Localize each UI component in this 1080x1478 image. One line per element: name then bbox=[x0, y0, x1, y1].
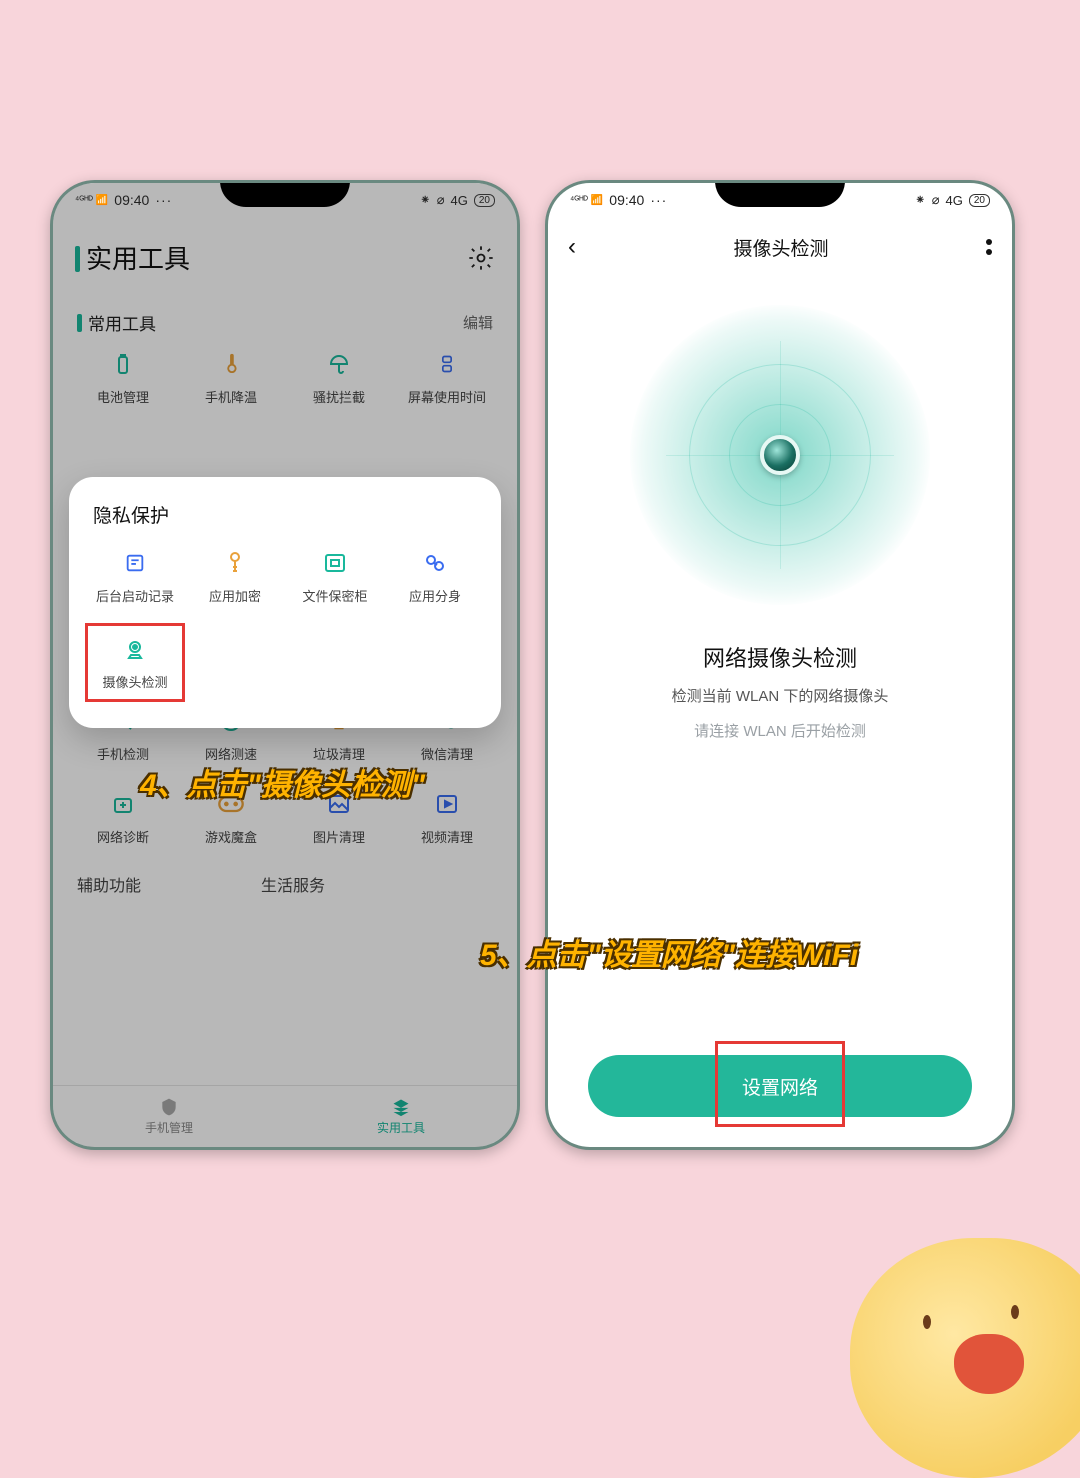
status-ellipsis bbox=[155, 192, 172, 208]
priv-encrypt[interactable]: 应用加密 bbox=[185, 548, 285, 605]
tool-block[interactable]: 骚扰拦截 bbox=[285, 349, 393, 406]
status-time: 09:40 bbox=[114, 192, 149, 208]
caption-step5: 5、点击"设置网络"连接WiFi bbox=[480, 930, 858, 974]
radar-graphic bbox=[548, 305, 1012, 605]
notch bbox=[220, 180, 350, 207]
cartoon-sticker bbox=[850, 1238, 1080, 1478]
key-icon bbox=[220, 548, 250, 578]
video-icon bbox=[432, 789, 462, 819]
tab-bar: 手机管理 实用工具 bbox=[53, 1085, 517, 1147]
page-title: 实用工具 bbox=[75, 239, 190, 276]
folder-icon bbox=[320, 548, 350, 578]
priv-camera-detect[interactable]: 摄像头检测 bbox=[85, 623, 185, 702]
medkit-icon bbox=[108, 789, 138, 819]
detect-tip: 请连接 WLAN 后开始检测 bbox=[548, 720, 1012, 741]
signal-icon: ⁴ᴳᴴᴰ 📶 bbox=[75, 195, 108, 206]
priv-bg-record[interactable]: 后台启动记录 bbox=[85, 548, 185, 605]
camera-icon bbox=[120, 634, 150, 664]
net-icon: 4G bbox=[946, 193, 963, 208]
phone-right: ⁴ᴳᴴᴰ 📶 09:40 ⁕ ⌀ 4G 20 ‹ 摄像头检测 bbox=[545, 180, 1015, 1150]
net-icon: 4G bbox=[451, 193, 468, 208]
privacy-popup: 隐私保护 后台启动记录 应用加密 文件保密柜 应用分身 摄像头检测 bbox=[69, 477, 501, 728]
phone-left: ⁴ᴳᴴᴰ 📶 09:40 ⁕ ⌀ 4G 20 实用工具 bbox=[50, 180, 520, 1150]
common-tools-title: 常用工具 bbox=[77, 310, 156, 335]
notch bbox=[715, 180, 845, 207]
hourglass-icon bbox=[432, 349, 462, 379]
caption-step4: 4、点击"摄像头检测" bbox=[140, 760, 425, 804]
back-button[interactable]: ‹ bbox=[568, 233, 576, 261]
tool-cooldown[interactable]: 手机降温 bbox=[177, 349, 285, 406]
detect-title: 网络摄像头检测 bbox=[548, 641, 1012, 673]
priv-safebox[interactable]: 文件保密柜 bbox=[285, 548, 385, 605]
life-title: 生活服务 bbox=[261, 872, 325, 896]
list-icon bbox=[120, 548, 150, 578]
priv-clone[interactable]: 应用分身 bbox=[385, 548, 485, 605]
lens-icon bbox=[760, 435, 800, 475]
tool-battery[interactable]: 电池管理 bbox=[69, 349, 177, 406]
dnd-icon: ⌀ bbox=[437, 192, 445, 208]
aux-title: 辅助功能 bbox=[77, 872, 141, 896]
tab-tools[interactable]: 实用工具 bbox=[285, 1086, 517, 1147]
battery-icon: 20 bbox=[969, 194, 990, 207]
tab-phone-manage[interactable]: 手机管理 bbox=[53, 1086, 285, 1147]
bt-icon: ⁕ bbox=[915, 192, 926, 208]
battery-icon: 20 bbox=[474, 194, 495, 207]
more-button[interactable] bbox=[986, 239, 992, 255]
popup-title: 隐私保护 bbox=[85, 501, 485, 528]
bt-icon: ⁕ bbox=[420, 192, 431, 208]
nav-title: 摄像头检测 bbox=[733, 234, 828, 261]
tool-screentime[interactable]: 屏幕使用时间 bbox=[393, 349, 501, 406]
setup-network-button[interactable]: 设置网络 bbox=[588, 1055, 972, 1117]
right-screen: ‹ 摄像头检测 网络摄像头检测 检测当前 WLAN 下的网络摄像头 请连接 WL… bbox=[548, 217, 1012, 1147]
edit-button[interactable]: 编辑 bbox=[463, 312, 493, 333]
umbrella-icon bbox=[324, 349, 354, 379]
status-ellipsis bbox=[650, 192, 667, 208]
status-time: 09:40 bbox=[609, 192, 644, 208]
signal-icon: ⁴ᴳᴴᴰ 📶 bbox=[570, 195, 603, 206]
gear-icon[interactable] bbox=[467, 244, 495, 272]
battery-icon bbox=[108, 349, 138, 379]
thermometer-icon bbox=[216, 349, 246, 379]
accent-bar bbox=[75, 246, 80, 272]
link-icon bbox=[420, 548, 450, 578]
detect-subtitle: 检测当前 WLAN 下的网络摄像头 bbox=[548, 685, 1012, 706]
dnd-icon: ⌀ bbox=[932, 192, 940, 208]
